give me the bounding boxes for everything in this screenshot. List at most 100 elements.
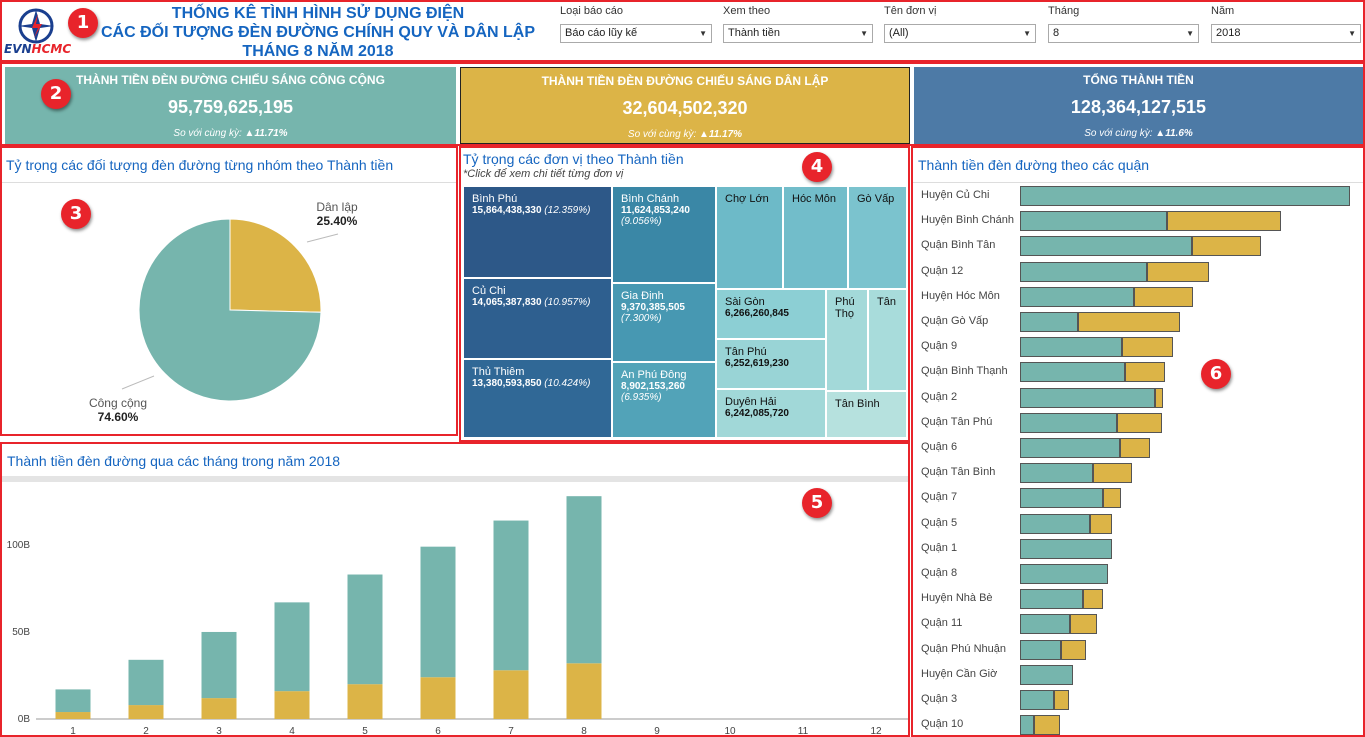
district-bar-public[interactable] <box>1020 211 1167 232</box>
district-row[interactable]: Quận 9 <box>913 337 1363 358</box>
treemap-cell-binh-phu[interactable]: Bình Phú 15,864,438,330 (12.359%) <box>463 186 612 278</box>
chevron-down-icon[interactable]: ▼ <box>1348 29 1356 38</box>
bar-private-month[interactable] <box>274 691 310 719</box>
district-bar-public[interactable] <box>1020 387 1155 408</box>
district-bar-public[interactable] <box>1020 639 1062 660</box>
month-select[interactable]: 8 ▼ <box>1048 24 1199 43</box>
treemap-cell-hoc-mon[interactable]: Hóc Môn <box>783 186 848 289</box>
district-bar-private[interactable] <box>1146 261 1210 282</box>
bar-public-month[interactable] <box>55 689 91 713</box>
district-row[interactable]: Huyện Cần Giờ <box>913 664 1363 685</box>
treemap-cell-thu-thiem[interactable]: Thủ Thiêm 13,380,593,850 (10.424%) <box>463 359 612 438</box>
treemap-cell-sai-gon[interactable]: Sài Gòn 6,266,260,845 <box>716 289 826 339</box>
district-bar-public[interactable] <box>1020 589 1084 610</box>
district-row[interactable]: Quận Bình Tân <box>913 236 1363 257</box>
treemap-cell-phu-tho[interactable]: Phú Thọ <box>826 289 868 391</box>
chevron-down-icon[interactable]: ▼ <box>1186 29 1194 38</box>
treemap-cell-cu-chi[interactable]: Củ Chi 14,065,387,830 (10.957%) <box>463 278 612 359</box>
district-row[interactable]: Quận Bình Thạnh <box>913 362 1363 383</box>
district-bar-public[interactable] <box>1020 286 1134 307</box>
district-bar-private[interactable] <box>1116 412 1162 433</box>
district-row[interactable]: Quận 6 <box>913 438 1363 458</box>
bar-private-month[interactable] <box>493 670 529 719</box>
district-bar-public[interactable] <box>1020 664 1074 685</box>
district-row[interactable]: Quận 7 <box>913 488 1363 509</box>
bar-public-month[interactable] <box>128 659 164 706</box>
district-row[interactable]: Quận 5 <box>913 513 1363 534</box>
district-bar-public[interactable] <box>1020 564 1109 584</box>
district-row[interactable]: Quận 11 <box>913 614 1363 635</box>
district-bar-public[interactable] <box>1020 261 1147 282</box>
bar-public-month[interactable] <box>420 546 456 678</box>
bar-public-month[interactable] <box>493 520 529 671</box>
district-bar-private[interactable] <box>1090 513 1113 534</box>
treemap-cell-tan-binh[interactable]: Tân Bình <box>826 391 907 438</box>
district-row[interactable]: Quận Gò Vấp <box>913 312 1363 332</box>
district-row[interactable]: Quận 3 <box>913 690 1363 710</box>
district-row[interactable]: Huyện Củ Chi <box>913 186 1363 206</box>
district-bar-private[interactable] <box>1078 312 1181 332</box>
district-row[interactable]: Quận 1 <box>913 538 1363 559</box>
chevron-down-icon[interactable]: ▼ <box>860 29 868 38</box>
treemap-cell-duyen-hai[interactable]: Duyên Hải 6,242,085,720 <box>716 389 826 438</box>
district-row[interactable]: Quận Phú Nhuận <box>913 639 1363 660</box>
district-row[interactable]: Huyện Hóc Môn <box>913 286 1363 307</box>
bar-public-month[interactable] <box>274 602 310 692</box>
kpi-public-lighting[interactable]: Thành tiền đèn đường chiếu sáng công cộn… <box>5 67 456 144</box>
district-bar-private[interactable] <box>1092 463 1132 484</box>
district-row[interactable]: Huyện Bình Chánh <box>913 211 1363 232</box>
treemap-cell-gia-dinh[interactable]: Gia Định 9,370,385,505 (7.300%) <box>612 283 716 362</box>
district-bar-public[interactable] <box>1020 236 1192 257</box>
district-bar-private[interactable] <box>1121 337 1173 358</box>
district-bar-private[interactable] <box>1154 387 1163 408</box>
district-bar-private[interactable] <box>1133 286 1193 307</box>
treemap-cell-binh-chanh[interactable]: Bình Chánh 11,624,853,240 (9.056%) <box>612 186 716 283</box>
district-row[interactable]: Quận 8 <box>913 564 1363 584</box>
bar-public-month[interactable] <box>201 631 237 699</box>
district-bar-private[interactable] <box>1054 690 1070 710</box>
district-bar-public[interactable] <box>1020 488 1103 509</box>
kpi-private-lighting[interactable]: Thành tiền đèn đường chiếu sáng dân lập … <box>460 67 910 144</box>
kpi-total[interactable]: Tổng thành tiền 128,364,127,515 So với c… <box>914 67 1363 144</box>
district-bar-public[interactable] <box>1020 337 1122 358</box>
district-row[interactable]: Quận 2 <box>913 387 1363 408</box>
district-bar-private[interactable] <box>1102 488 1121 509</box>
district-bar-private[interactable] <box>1119 438 1150 458</box>
district-row[interactable]: Quận 12 <box>913 261 1363 282</box>
bar-public-month[interactable] <box>566 496 602 664</box>
district-bar-public[interactable] <box>1020 538 1113 559</box>
bar-private-month[interactable] <box>347 684 383 719</box>
bar-private-month[interactable] <box>201 698 237 719</box>
district-bar-public[interactable] <box>1020 614 1071 635</box>
district-bar-private[interactable] <box>1034 715 1061 736</box>
district-bar-public[interactable] <box>1020 362 1125 383</box>
chevron-down-icon[interactable]: ▼ <box>1023 29 1031 38</box>
district-bar-public[interactable] <box>1020 412 1117 433</box>
bar-private-month[interactable] <box>55 712 91 719</box>
district-bar-private[interactable] <box>1124 362 1165 383</box>
district-row[interactable]: Quận Tân Bình <box>913 463 1363 484</box>
district-row[interactable]: Huyện Nhà Bè <box>913 589 1363 610</box>
treemap-cell-tan-phu[interactable]: Tân Phú 6,252,619,230 <box>716 339 826 389</box>
treemap-cell-go-vap[interactable]: Gò Vấp <box>848 186 907 289</box>
pie-slice-private[interactable] <box>229 218 322 313</box>
district-bar-public[interactable] <box>1020 690 1055 710</box>
treemap-cell-an-phu-dong[interactable]: An Phú Đông 8,902,153,260 (6.935%) <box>612 362 716 438</box>
district-bar-public[interactable] <box>1020 312 1079 332</box>
treemap-cell-cho-lon[interactable]: Chợ Lớn <box>716 186 783 289</box>
district-row[interactable]: Quận 10 <box>913 715 1363 736</box>
district-bar-public[interactable] <box>1020 715 1035 736</box>
bar-private-month[interactable] <box>128 705 164 719</box>
bar-private-month[interactable] <box>566 663 602 719</box>
chevron-down-icon[interactable]: ▼ <box>699 29 707 38</box>
district-bar-public[interactable] <box>1020 513 1091 534</box>
bar-public-month[interactable] <box>347 574 383 685</box>
district-bar-public[interactable] <box>1020 438 1120 458</box>
district-bar-private[interactable] <box>1083 589 1104 610</box>
district-bar-private[interactable] <box>1166 211 1282 232</box>
district-bar-public[interactable] <box>1020 463 1093 484</box>
year-select[interactable]: 2018 ▼ <box>1211 24 1361 43</box>
district-bar-private[interactable] <box>1061 639 1087 660</box>
district-bar-private[interactable] <box>1191 236 1261 257</box>
district-bar-private[interactable] <box>1070 614 1098 635</box>
